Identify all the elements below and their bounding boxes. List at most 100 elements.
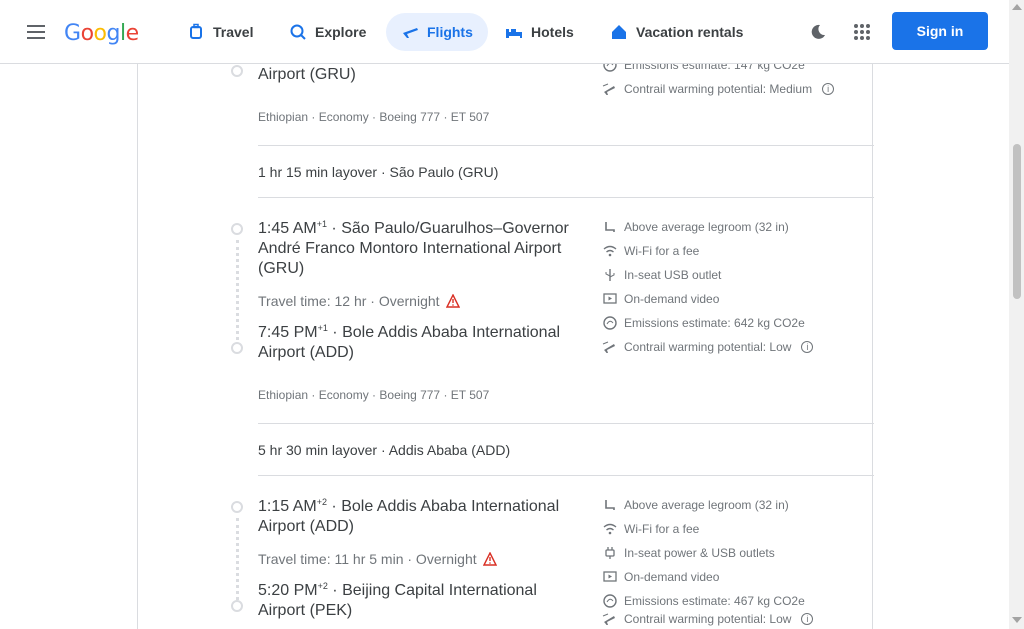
contrail-info-icon[interactable]: i [822,83,835,95]
tab-hotels[interactable]: Hotels [490,13,589,51]
day-offset: +2 [316,497,327,507]
wifi-icon [602,243,618,259]
flight-icon [403,28,418,38]
seat-icon [602,497,618,513]
power-plug-icon [602,545,618,561]
segment1-arrival-airport: Airport (GRU) [258,66,356,83]
contrail-icon [602,81,618,97]
segment2-departure: 1:45 AM+1 · São Paulo/Guarulhos–Governor… [258,219,569,277]
segment1-flight-meta: Ethiopian · Economy · Boeing 777 · ET 50… [258,110,490,124]
divider [258,475,874,476]
layover-add: 5 hr 30 min layover · Addis Ababa (ADD) [258,442,511,458]
segment2-travel-time: Travel time: 12 hr · Overnight [258,293,460,309]
emissions-icon [602,315,618,331]
tab-hotels-label: Hotels [531,24,574,40]
day-offset: +2 [317,581,328,591]
day-offset: +1 [316,219,327,229]
emissions-icon [602,593,618,609]
amenity-contrail: Contrail warming potential: Low i [602,337,862,357]
departure-time: 1:15 AM [258,498,317,515]
amenity-legroom-text: Above average legroom (32 in) [624,220,789,234]
usb-icon [602,267,618,283]
segment1-contrail-text: Contrail warming potential: Medium [624,82,813,96]
tab-flights-label: Flights [427,24,473,40]
tab-flights[interactable]: Flights [386,13,488,51]
travel-time-text: Travel time: 11 hr 5 min · Overnight [258,551,477,567]
wifi-icon [602,521,618,537]
google-logo[interactable]: Google [64,20,139,48]
hotel-icon [506,29,522,38]
flight-details-card: Airport (GRU) Ethiopian · Economy · Boei… [137,0,874,629]
tab-travel-label: Travel [213,24,254,40]
tab-explore[interactable]: Explore [274,13,381,51]
logo-letter-6: e [125,21,140,46]
logo-letter-3: o [93,21,107,46]
amenity-emissions: Emissions estimate: 642 kg CO2e [602,313,862,333]
tab-travel[interactable]: Travel [172,13,268,51]
video-icon [602,291,618,307]
amenity-video-text: On-demand video [624,570,720,584]
logo-letter-2: o [80,21,94,46]
scrollbar-thumb[interactable] [1013,144,1021,299]
amenity-emissions: Emissions estimate: 467 kg CO2e [602,591,862,611]
scroll-up-arrow[interactable] [1012,4,1022,10]
amenity-legroom-text: Above average legroom (32 in) [624,498,789,512]
layover-gru: 1 hr 15 min layover · São Paulo (GRU) [258,164,499,180]
amenity-wifi-text: Wi-Fi for a fee [624,244,700,258]
divider [258,423,874,424]
dark-mode-icon [811,24,825,39]
segment3-travel-time: Travel time: 11 hr 5 min · Overnight [258,551,497,567]
logo-letter-1: G [64,21,81,46]
arrival-time: 5:20 PM [258,582,318,599]
explore-icon [290,24,306,40]
scroll-down-arrow[interactable] [1012,617,1022,623]
amenity-contrail: Contrail warming potential: Low i [602,609,862,629]
departure-time: 1:45 AM [258,220,317,237]
amenity-contrail-text: Contrail warming potential: Low [624,612,792,626]
seat-icon [602,219,618,235]
departure-dot [231,223,243,235]
segment1-contrail: Contrail warming potential: Medium i [602,79,862,99]
route-line [236,240,239,340]
page-scrollbar[interactable] [1009,0,1024,629]
amenity-video: On-demand video [602,289,862,309]
travel-time-text: Travel time: 12 hr · Overnight [258,293,440,309]
contrail-icon [602,339,618,355]
amenity-legroom: Above average legroom (32 in) [602,495,862,515]
amenity-wifi: Wi-Fi for a fee [602,241,862,261]
warning-icon [482,552,497,566]
theme-toggle-button[interactable] [798,12,838,52]
contrail-info-icon[interactable]: i [801,341,814,353]
arrival-dot [231,342,243,354]
tab-vacation-rentals-label: Vacation rentals [636,24,744,40]
google-apps-button[interactable] [842,12,882,52]
segment3-departure: 1:15 AM+2 · Bole Addis Ababa Internation… [258,497,560,535]
day-offset: +1 [317,323,328,333]
tab-vacation-rentals[interactable]: Vacation rentals [595,13,758,51]
travel-icon [190,23,202,39]
menu-icon [27,25,45,39]
route-line [236,518,239,600]
logo-letter-4: g [106,21,121,46]
segment3-arrival: 5:20 PM+2 · Beijing Capital Internationa… [258,581,537,619]
segment2-arrival: 7:45 PM+1 · Bole Addis Ababa Internation… [258,323,561,361]
contrail-info-icon[interactable]: i [801,613,814,625]
arrival-time: 7:45 PM [258,324,318,341]
amenity-power-usb: In-seat power & USB outlets [602,543,862,563]
divider [258,197,874,198]
arrival-dot [231,600,243,612]
contrail-icon [602,611,618,627]
amenity-usb-text: In-seat USB outlet [624,268,722,282]
home-icon [612,25,626,39]
amenity-emissions-text: Emissions estimate: 642 kg CO2e [624,316,805,330]
departure-dot [231,501,243,513]
segment2-flight-meta: Ethiopian · Economy · Boeing 777 · ET 50… [258,388,490,402]
amenity-wifi: Wi-Fi for a fee [602,519,862,539]
warning-icon [445,294,460,308]
amenity-power-usb-text: In-seat power & USB outlets [624,546,775,560]
amenity-emissions-text: Emissions estimate: 467 kg CO2e [624,594,805,608]
amenity-video: On-demand video [602,567,862,587]
sign-in-button[interactable]: Sign in [892,12,988,50]
arrival-dot [231,65,243,77]
main-menu-button[interactable] [12,8,60,56]
